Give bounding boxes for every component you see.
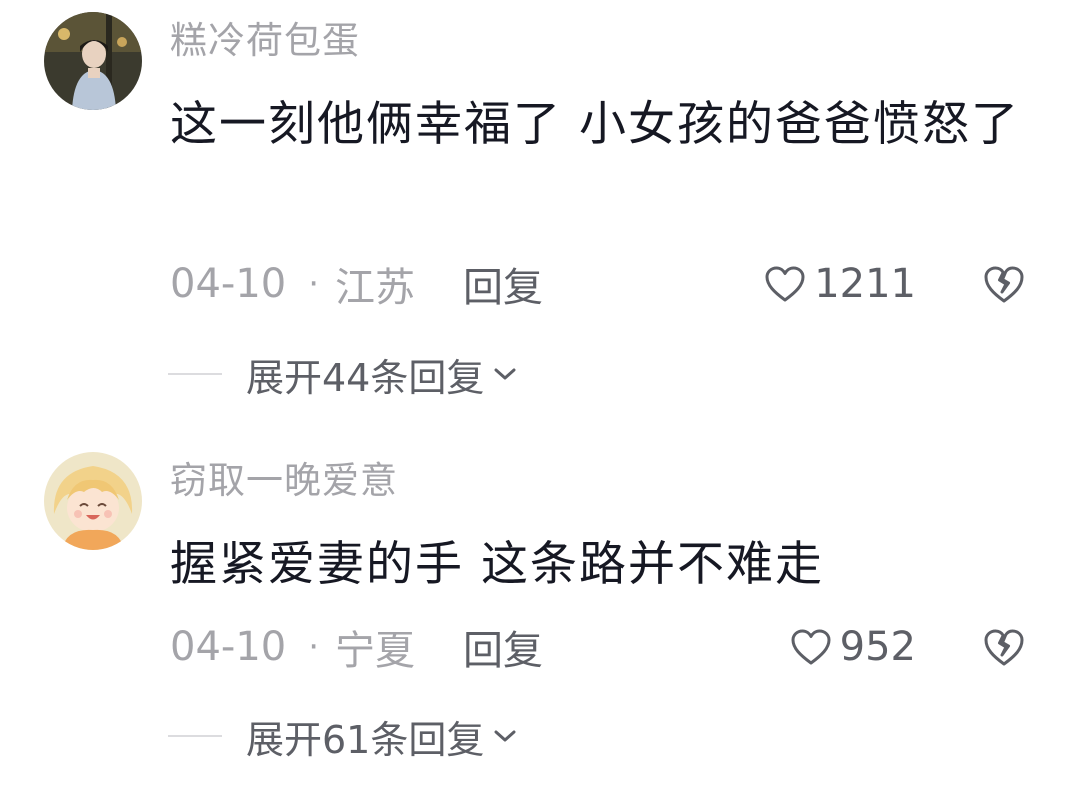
avatar[interactable] xyxy=(44,12,142,110)
heart-outline-icon xyxy=(791,629,831,665)
comment-text: 这一刻他俩幸福了 小女孩的爸爸愤怒了 xyxy=(170,97,1020,152)
broken-heart-icon xyxy=(984,629,1024,666)
comment-list: 糕冷荷包蛋 这一刻他俩幸福了 小女孩的爸爸愤怒了 04-10 · 江苏 回复 1… xyxy=(0,0,1080,801)
comment-meta: 04-10 · 宁夏 回复 xyxy=(170,622,543,674)
like-button[interactable]: 1211 xyxy=(764,259,916,309)
like-count: 952 xyxy=(839,624,916,670)
expand-replies-label: 展开61条回复 xyxy=(246,717,485,762)
like-count: 1211 xyxy=(814,261,916,307)
chevron-down-icon xyxy=(494,730,516,742)
reply-button[interactable]: 回复 xyxy=(463,255,543,313)
meta-separator: · xyxy=(308,627,320,667)
dislike-button[interactable] xyxy=(982,622,1026,672)
avatar[interactable] xyxy=(44,452,142,550)
expand-divider xyxy=(168,735,222,737)
comment-date: 04-10 xyxy=(170,624,287,670)
like-button[interactable]: 952 xyxy=(790,622,916,672)
comment-item: 窃取一晚爱意 握紧爱妻的手 这条路并不难走 04-10 · 宁夏 回复 952 … xyxy=(0,440,1080,801)
chevron-down-icon xyxy=(494,368,516,380)
username[interactable]: 糕冷荷包蛋 xyxy=(170,18,360,64)
meta-separator: · xyxy=(308,264,320,304)
heart-outline-icon xyxy=(765,266,805,302)
username[interactable]: 窃取一晚爱意 xyxy=(170,458,398,504)
expand-divider xyxy=(168,373,222,375)
comment-item: 糕冷荷包蛋 这一刻他俩幸福了 小女孩的爸爸愤怒了 04-10 · 江苏 回复 1… xyxy=(0,0,1080,420)
reply-button[interactable]: 回复 xyxy=(463,618,543,676)
dislike-button[interactable] xyxy=(982,259,1026,309)
comment-text: 握紧爱妻的手 这条路并不难走 xyxy=(170,537,824,592)
comment-location: 宁夏 xyxy=(335,628,416,674)
expand-replies-button[interactable]: 展开61条回复 xyxy=(168,711,518,762)
broken-heart-icon xyxy=(984,266,1024,303)
expand-replies-button[interactable]: 展开44条回复 xyxy=(168,349,518,400)
comment-location: 江苏 xyxy=(335,265,416,311)
comment-meta: 04-10 · 江苏 回复 xyxy=(170,259,543,311)
comment-date: 04-10 xyxy=(170,261,287,307)
expand-replies-label: 展开44条回复 xyxy=(246,355,485,400)
